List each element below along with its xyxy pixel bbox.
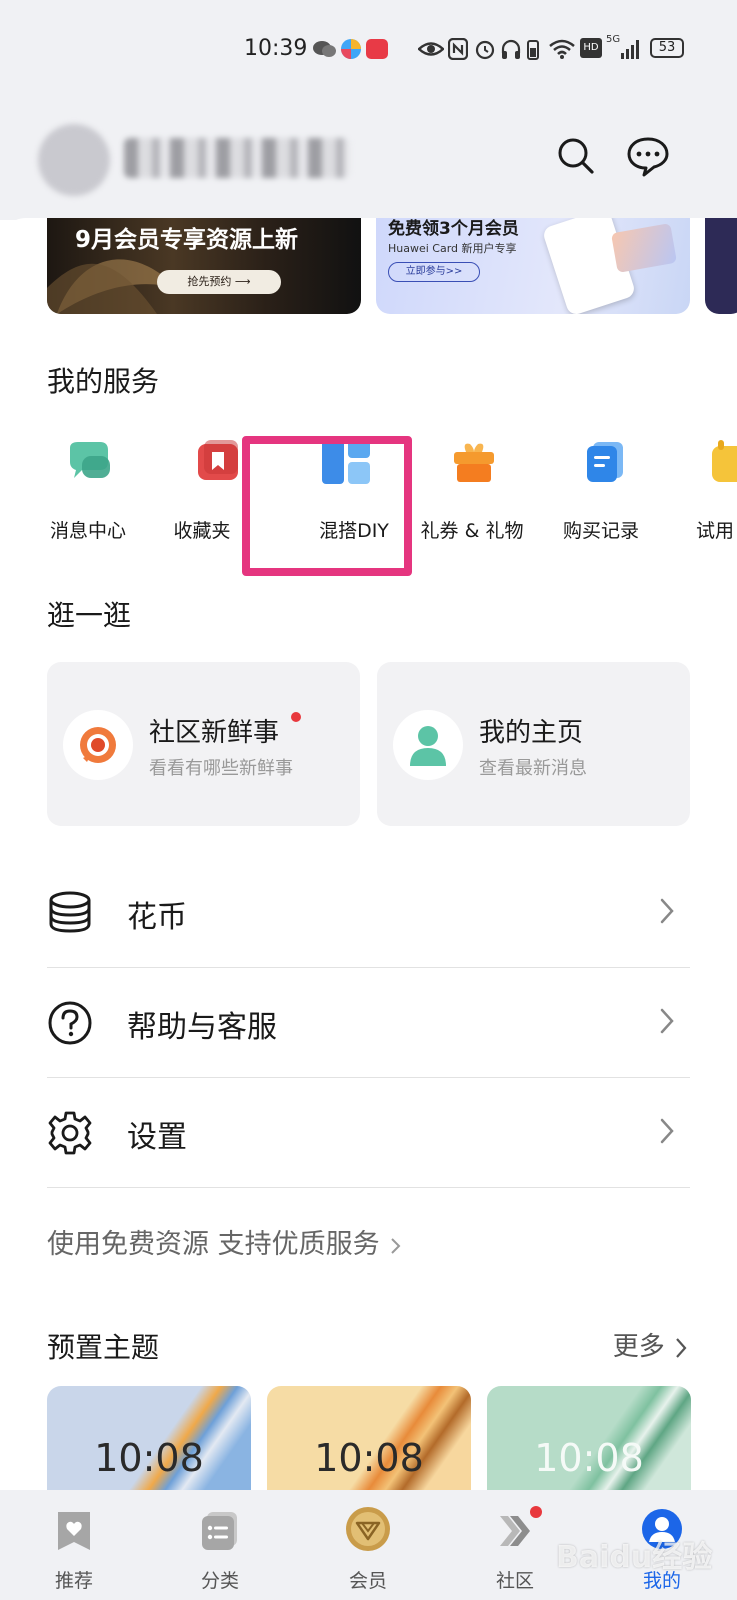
network-type: 5G [606,34,621,45]
menu-row-help[interactable]: 帮助与客服 [47,968,690,1078]
divider [47,1186,690,1188]
banner-huawei-card[interactable]: 免费领3个月会员 Huawei Card 新用户专享 立即参与>> [376,218,690,314]
profile-icon-bg [393,710,463,780]
free-resources-link[interactable]: 使用免费资源 支持优质服务 [47,1222,402,1261]
highlight-box [242,436,412,576]
theme-preview-gold[interactable]: 10:08 [267,1386,471,1496]
new-badge-dot [291,712,301,722]
card-community-news[interactable]: 社区新鲜事 看看有哪些新鲜事 [47,662,360,826]
search-icon[interactable] [556,136,596,176]
card-title: 社区新鲜事 [149,718,280,748]
menu-label: 设置 [127,1120,187,1155]
promo-text: 使用免费资源 支持优质服务 [47,1229,380,1260]
app-color-icon [341,39,361,59]
service-message-center[interactable]: 消息中心 [28,432,148,542]
coins-icon [49,891,91,933]
tab-member[interactable]: 会员 [313,1502,423,1592]
battery-indicator: 53 [650,38,684,58]
trial-icon [712,440,737,482]
recommend-icon [58,1512,90,1550]
person-icon [410,726,446,766]
themes-title: 预置主题 [47,1331,160,1364]
earbud-battery-icon [527,40,539,60]
tab-recommend[interactable]: 推荐 [19,1502,129,1592]
community-chevrons-icon [500,1516,530,1546]
themes-more-link[interactable]: 更多 [613,1326,689,1363]
banner-title: 9月会员专享资源上新 [75,227,299,253]
new-badge-dot [530,1506,542,1518]
status-time: 10:39 [244,36,308,61]
chevron-right-icon [660,1118,674,1144]
service-trial[interactable]: 试用 [676,432,737,542]
card-my-homepage[interactable]: 我的主页 查看最新消息 [377,662,690,826]
signal-icon [621,40,639,59]
service-purchase-record[interactable]: 购买记录 [545,432,665,542]
tab-label: 分类 [200,1570,239,1592]
card-title: 我的主页 [479,718,584,748]
theme-preview-green[interactable]: 10:08 [487,1386,691,1496]
wifi-icon [549,39,575,59]
service-label: 试用 [696,520,735,542]
headphones-icon [501,39,521,59]
wechat-icon [313,41,336,57]
card-subtitle: 查看最新消息 [479,758,587,779]
reserve-button[interactable]: 抢先预约 ⟶ [157,270,281,294]
service-label: 购买记录 [562,520,639,542]
tab-category[interactable]: 分类 [165,1502,275,1592]
join-now-button[interactable]: 立即参与>> [388,262,480,282]
community-icon [80,727,116,763]
banner-partial[interactable] [705,218,737,314]
alarm-icon [475,40,495,60]
chevron-right-icon [660,1008,674,1034]
tab-label: 会员 [348,1570,387,1592]
username-blurred[interactable] [124,138,350,178]
app-red-icon [366,39,388,59]
gift-icon [454,443,494,482]
service-coupons-gifts[interactable]: 礼券 & 礼物 [414,432,534,542]
menu-row-settings[interactable]: 设置 [47,1078,690,1188]
tab-community[interactable]: 社区 [460,1502,570,1592]
service-label: 礼券 & 礼物 [420,520,524,542]
category-icon [202,1512,237,1550]
banner-title: 免费领3个月会员 [388,219,519,239]
eye-icon [418,42,444,56]
gear-icon [48,1111,92,1155]
more-label: 更多 [612,1332,665,1362]
bookmark-icon [198,440,238,480]
theme-clock: 10:08 [94,1436,204,1480]
chevron-right-icon [660,898,674,924]
chevron-right-icon [676,1337,687,1358]
menu-label: 帮助与客服 [127,1010,277,1045]
member-coin-icon [346,1507,390,1551]
hd-badge: HD [580,38,602,58]
tab-label: 推荐 [54,1570,93,1592]
tab-label: 社区 [495,1570,534,1592]
banner-member-resources[interactable]: 9月会员专享资源上新 抢先预约 ⟶ [47,218,361,314]
card-subtitle: 看看有哪些新鲜事 [149,758,293,779]
help-icon [48,1001,92,1045]
battery-level: 53 [658,40,676,55]
card-graphic [610,223,678,273]
banner-subtitle: Huawei Card 新用户专享 [388,242,517,255]
purchase-record-icon [587,442,623,482]
nfc-icon [448,38,468,60]
community-icon-bg [63,710,133,780]
status-bar: 10:39 HD 5G 53 [0,0,737,100]
watermark: Baidu经验 [556,1540,713,1575]
service-label: 消息中心 [49,520,126,542]
menu-label: 花币 [127,900,187,935]
theme-preview-blue[interactable]: 10:08 [47,1386,251,1496]
chat-bubbles-icon [70,442,110,478]
chevron-right-icon [391,1237,401,1254]
avatar[interactable] [38,124,110,196]
messages-icon[interactable] [626,136,670,178]
menu-row-coins[interactable]: 花币 [47,858,690,968]
theme-clock: 10:08 [314,1436,424,1480]
browse-title: 逛一逛 [47,599,132,632]
services-title: 我的服务 [47,365,160,398]
theme-clock: 10:08 [534,1436,644,1480]
